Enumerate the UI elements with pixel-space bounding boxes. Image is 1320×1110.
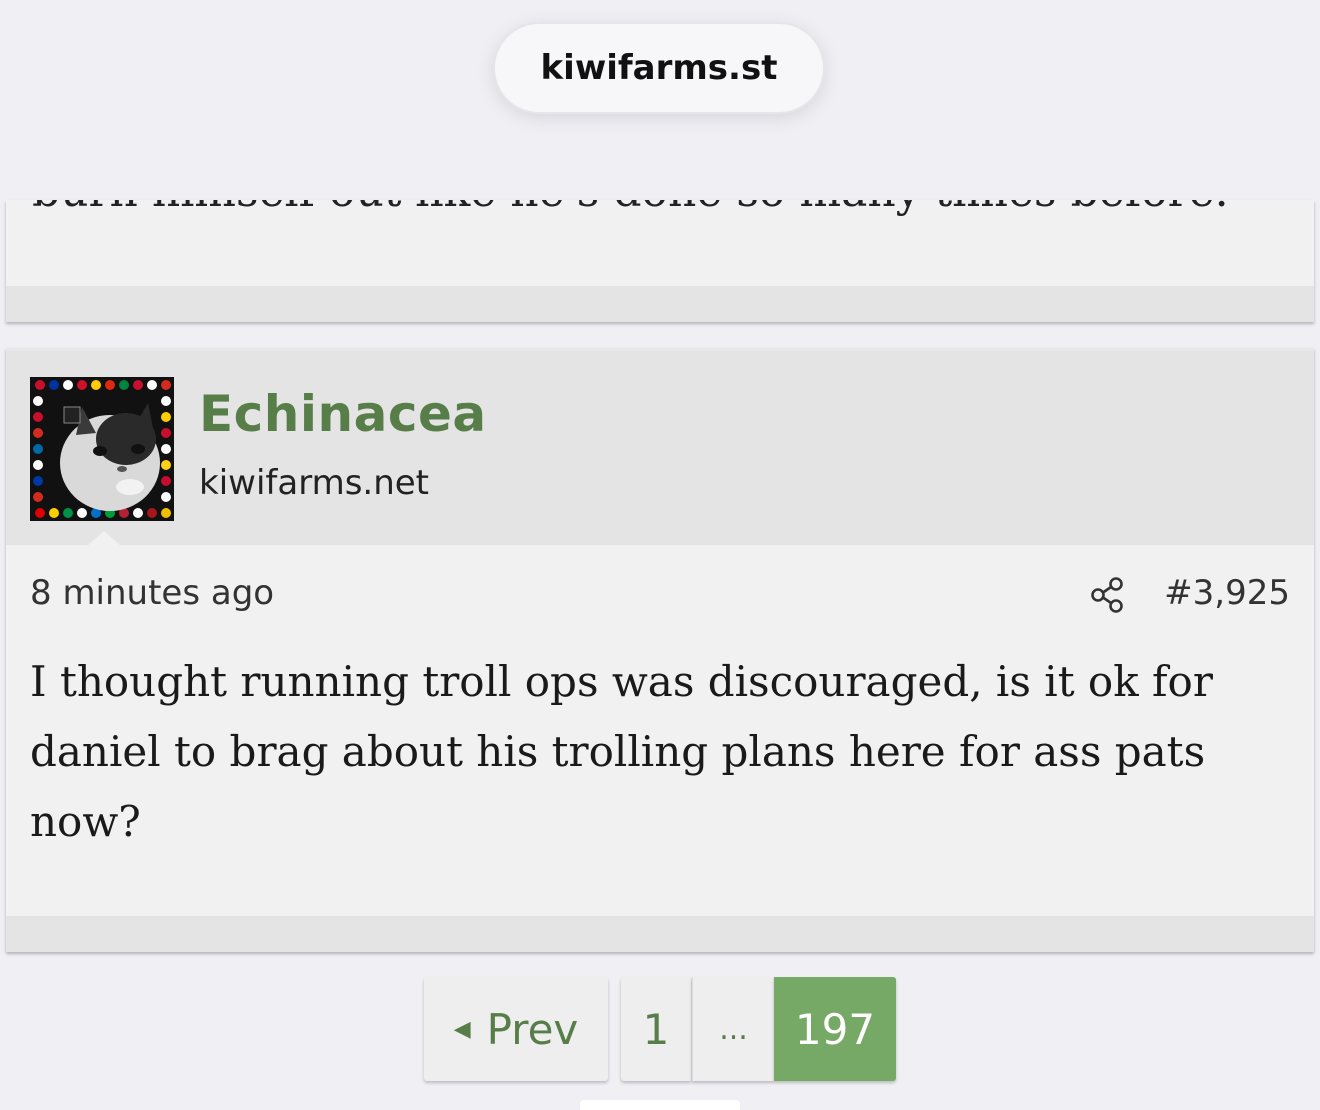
bottom-bar-edge xyxy=(580,1100,740,1110)
address-bar[interactable]: kiwifarms.st xyxy=(493,22,825,114)
previous-post-text: burn himself out like he's done so many … xyxy=(32,200,1229,217)
current-page-button[interactable]: 197 xyxy=(774,977,896,1081)
cat-avatar-icon xyxy=(30,377,174,521)
share-icon[interactable] xyxy=(1088,575,1128,615)
forum-post: Echinacea kiwifarms.net 8 minutes ago #3… xyxy=(6,348,1314,952)
post-body: I thought running troll ops was discoura… xyxy=(30,657,1213,846)
user-avatar[interactable] xyxy=(30,377,174,521)
post-timestamp[interactable]: 8 minutes ago xyxy=(30,573,274,613)
page-jump-button[interactable]: ... xyxy=(692,977,774,1081)
prev-page-button[interactable]: ◀ Prev xyxy=(424,977,608,1081)
url-text: kiwifarms.st xyxy=(540,48,778,88)
prev-label: Prev xyxy=(486,1004,579,1054)
post-number-link[interactable]: #3,925 xyxy=(1164,573,1290,613)
post-author-title: kiwifarms.net xyxy=(199,463,430,503)
previous-post: burn himself out like he's done so many … xyxy=(6,200,1314,322)
post-header: Echinacea kiwifarms.net xyxy=(6,351,1314,547)
previous-post-footer xyxy=(6,286,1314,322)
post-author-username[interactable]: Echinacea xyxy=(199,385,487,443)
caret-left-icon: ◀ xyxy=(453,1016,471,1042)
page-1-button[interactable]: 1 xyxy=(621,977,691,1081)
header-arrow xyxy=(86,531,122,547)
post-footer xyxy=(6,916,1314,952)
